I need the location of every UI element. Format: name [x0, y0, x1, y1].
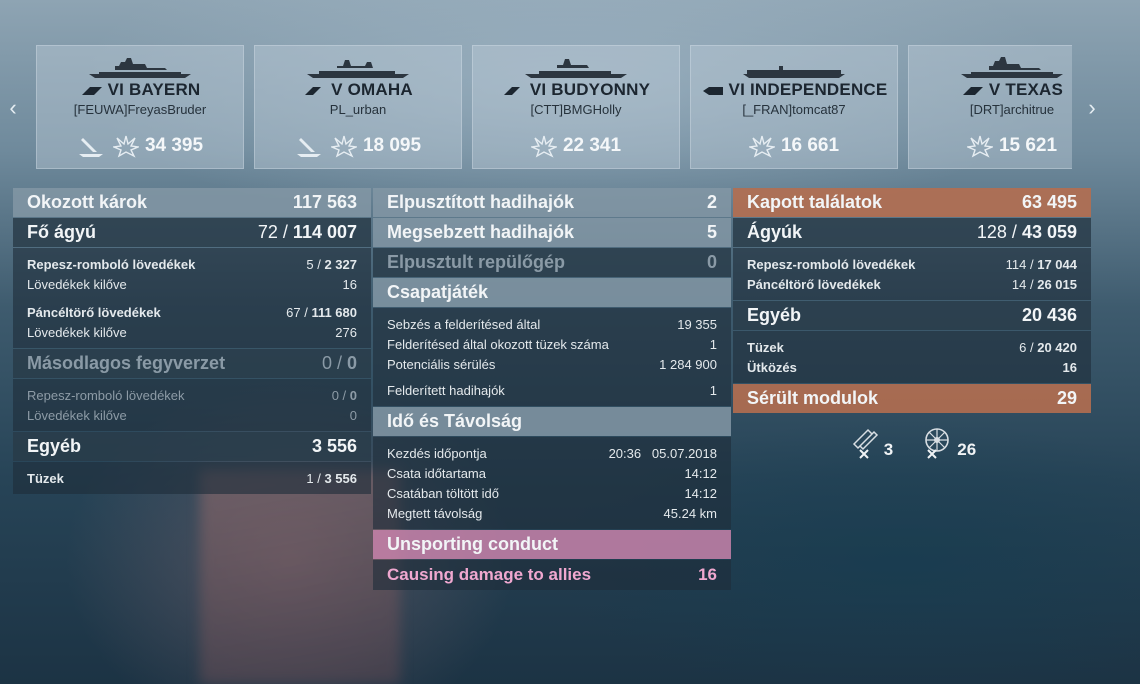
caused-damage-header: Okozott károk 117 563	[13, 188, 371, 217]
distance-row: Megtett távolság 45.24 km	[387, 505, 717, 521]
ally-damage-row: Causing damage to allies 16	[373, 560, 731, 590]
spotted-ships-row: Felderített hadihajók 1	[387, 382, 717, 398]
ship-damage: 15 621	[998, 135, 1058, 156]
secondary-armament-row: Másodlagos fegyverzet 0 / 0	[13, 349, 371, 378]
fire-explosion-icon	[748, 135, 775, 158]
damaged-ships-row: Megsebzett hadihajók 5	[373, 218, 731, 247]
player-name: [CTT]BMGHolly	[530, 102, 622, 117]
guns-details: Repesz-romboló lövedékek 114 / 17 044 Pá…	[733, 248, 1091, 300]
ship-name: INDEPENDENCE	[749, 80, 888, 99]
teamplay-header: Csapatjáték	[373, 278, 731, 307]
secondary-details: Repesz-romboló lövedékek 0 / 0 Lövedékek…	[13, 379, 371, 431]
ship-card-bayern[interactable]: VI BAYERN [FEUWA]FreyasBruder 34 395	[36, 45, 244, 169]
ship-tier: V	[988, 80, 1001, 99]
other-details: Tüzek 1 / 3 556	[13, 462, 371, 494]
damage-received-panel: Kapott találatok 63 495 Ágyúk 128 / 43 0…	[733, 188, 1091, 460]
damaged-modules-list: 3 26	[733, 414, 1091, 460]
cruiser-class-icon	[305, 86, 322, 95]
ship-name: BAYERN	[128, 80, 201, 99]
player-name: PL_urban	[329, 102, 387, 117]
unsporting-header: Unsporting conduct	[373, 530, 731, 559]
torpedo-hit-icon	[78, 138, 103, 157]
spotting-fires-row: Felderítésed által okozott tüzek száma 1	[387, 336, 717, 352]
time-distance-details: Kezdés időpontja 20:36 05.07.2018 Csata …	[373, 437, 731, 529]
gun-turret-icon	[852, 428, 878, 459]
start-time-row: Kezdés időpontja 20:36 05.07.2018	[387, 445, 717, 461]
battleship-class-icon	[962, 86, 983, 95]
cruiser-class-icon	[503, 86, 520, 95]
ship-name: OMAHA	[347, 80, 413, 99]
battle-duration-row: Csata időtartama 14:12	[387, 465, 717, 481]
received-fires-row: Tüzek 6 / 20 420	[747, 339, 1077, 355]
ship-damage: 18 095	[362, 135, 422, 156]
planes-destroyed-row: Elpusztult repülőgép 0	[373, 248, 731, 277]
ship-tier: V	[331, 80, 343, 99]
fire-explosion-icon	[530, 135, 557, 158]
received-hits-header: Kapott találatok 63 495	[733, 188, 1091, 217]
ap-shells-row: Páncéltörő lövedékek 67 / 111 680	[27, 304, 357, 320]
ship-name: TEXAS	[1005, 80, 1064, 99]
torpedo-hit-icon	[296, 138, 321, 157]
battle-summary-panel: Elpusztított hadihajók 2 Megsebzett hadi…	[373, 188, 731, 590]
fires-row: Tüzek 1 / 3 556	[27, 470, 357, 486]
damage-caused-panel: Okozott károk 117 563 Fő ágyú 72 / 114 0…	[13, 188, 371, 495]
player-name: [DRT]architrue	[969, 102, 1055, 117]
next-arrow-icon[interactable]: ›	[1082, 96, 1102, 120]
ship-card-independence[interactable]: VI INDEPENDENCE [_FRAN]tomcat87 16 661	[690, 45, 898, 169]
ship-tier: VI	[107, 80, 125, 99]
secondary-he-row: Repesz-romboló lövedékek 0 / 0	[27, 387, 357, 403]
previous-arrow-icon[interactable]: ‹	[3, 96, 23, 120]
spotting-damage-row: Sebzés a felderítésed által 19 355	[387, 316, 717, 332]
ship-card-budyonny[interactable]: VI BUDYONNY [CTT]BMGHolly 22 341	[472, 45, 680, 169]
received-he-row: Repesz-romboló lövedékek 114 / 17 044	[747, 256, 1077, 272]
secondary-fired-row: Lövedékek kilőve 0	[27, 407, 357, 423]
player-name: [_FRAN]tomcat87	[742, 102, 846, 117]
cruiser-silhouette-icon	[307, 60, 409, 78]
player-name: [FEUWA]FreyasBruder	[73, 102, 207, 117]
time-in-battle-row: Csatában töltött idő 14:12	[387, 485, 717, 501]
ship-card-texas[interactable]: V TEXAS [DRT]architrue 15 621	[908, 45, 1072, 169]
ship-tier: VI	[529, 80, 547, 99]
time-distance-header: Idő és Távolság	[373, 407, 731, 436]
ship-damage: 34 395	[144, 135, 204, 156]
fire-explosion-icon	[330, 135, 357, 158]
potential-damage-row: Potenciális sérülés 1 284 900	[387, 356, 717, 372]
ship-tier: VI	[728, 80, 746, 99]
fire-explosion-icon	[112, 135, 139, 158]
received-other-row: Egyéb 20 436	[733, 301, 1091, 330]
carrier-silhouette-icon	[743, 66, 845, 78]
ship-damage: 16 661	[780, 135, 840, 156]
main-battery-details: Repesz-romboló lövedékek 5 / 2 327 Löved…	[13, 248, 371, 348]
module-item: 26	[915, 426, 976, 460]
ship-cards: VI BAYERN [FEUWA]FreyasBruder 34 395 V O…	[36, 45, 1072, 169]
battleship-class-icon	[81, 86, 102, 95]
received-other-details: Tüzek 6 / 20 420 Ütközés 16	[733, 331, 1091, 383]
main-battery-row: Fő ágyú 72 / 114 007	[13, 218, 371, 247]
module-item: 3	[848, 426, 893, 460]
ap-fired-row: Lövedékek kilőve 276	[27, 324, 357, 340]
guns-row: Ágyúk 128 / 43 059	[733, 218, 1091, 247]
ship-name: BUDYONNY	[551, 80, 651, 99]
teamplay-details: Sebzés a felderítésed által 19 355 Felde…	[373, 308, 731, 406]
battleship-silhouette-icon	[89, 58, 191, 78]
steering-gear-icon	[925, 428, 950, 459]
ship-damage: 22 341	[562, 135, 622, 156]
other-damage-row: Egyéb 3 556	[13, 432, 371, 461]
fire-explosion-icon	[966, 135, 993, 158]
battleship-silhouette-icon	[961, 57, 1063, 78]
he-fired-row: Lövedékek kilőve 16	[27, 276, 357, 292]
ship-card-omaha[interactable]: V OMAHA PL_urban 18 095	[254, 45, 462, 169]
received-ap-row: Páncéltörő lövedékek 14 / 26 015	[747, 276, 1077, 292]
cruiser-silhouette-icon	[525, 59, 627, 78]
carrier-class-icon	[702, 86, 723, 95]
collision-row: Ütközés 16	[747, 359, 1077, 375]
damaged-modules-header: Sérült modulok 29	[733, 384, 1091, 413]
destroyed-ships-row: Elpusztított hadihajók 2	[373, 188, 731, 217]
background-ship	[200, 470, 400, 684]
he-shells-row: Repesz-romboló lövedékek 5 / 2 327	[27, 256, 357, 272]
